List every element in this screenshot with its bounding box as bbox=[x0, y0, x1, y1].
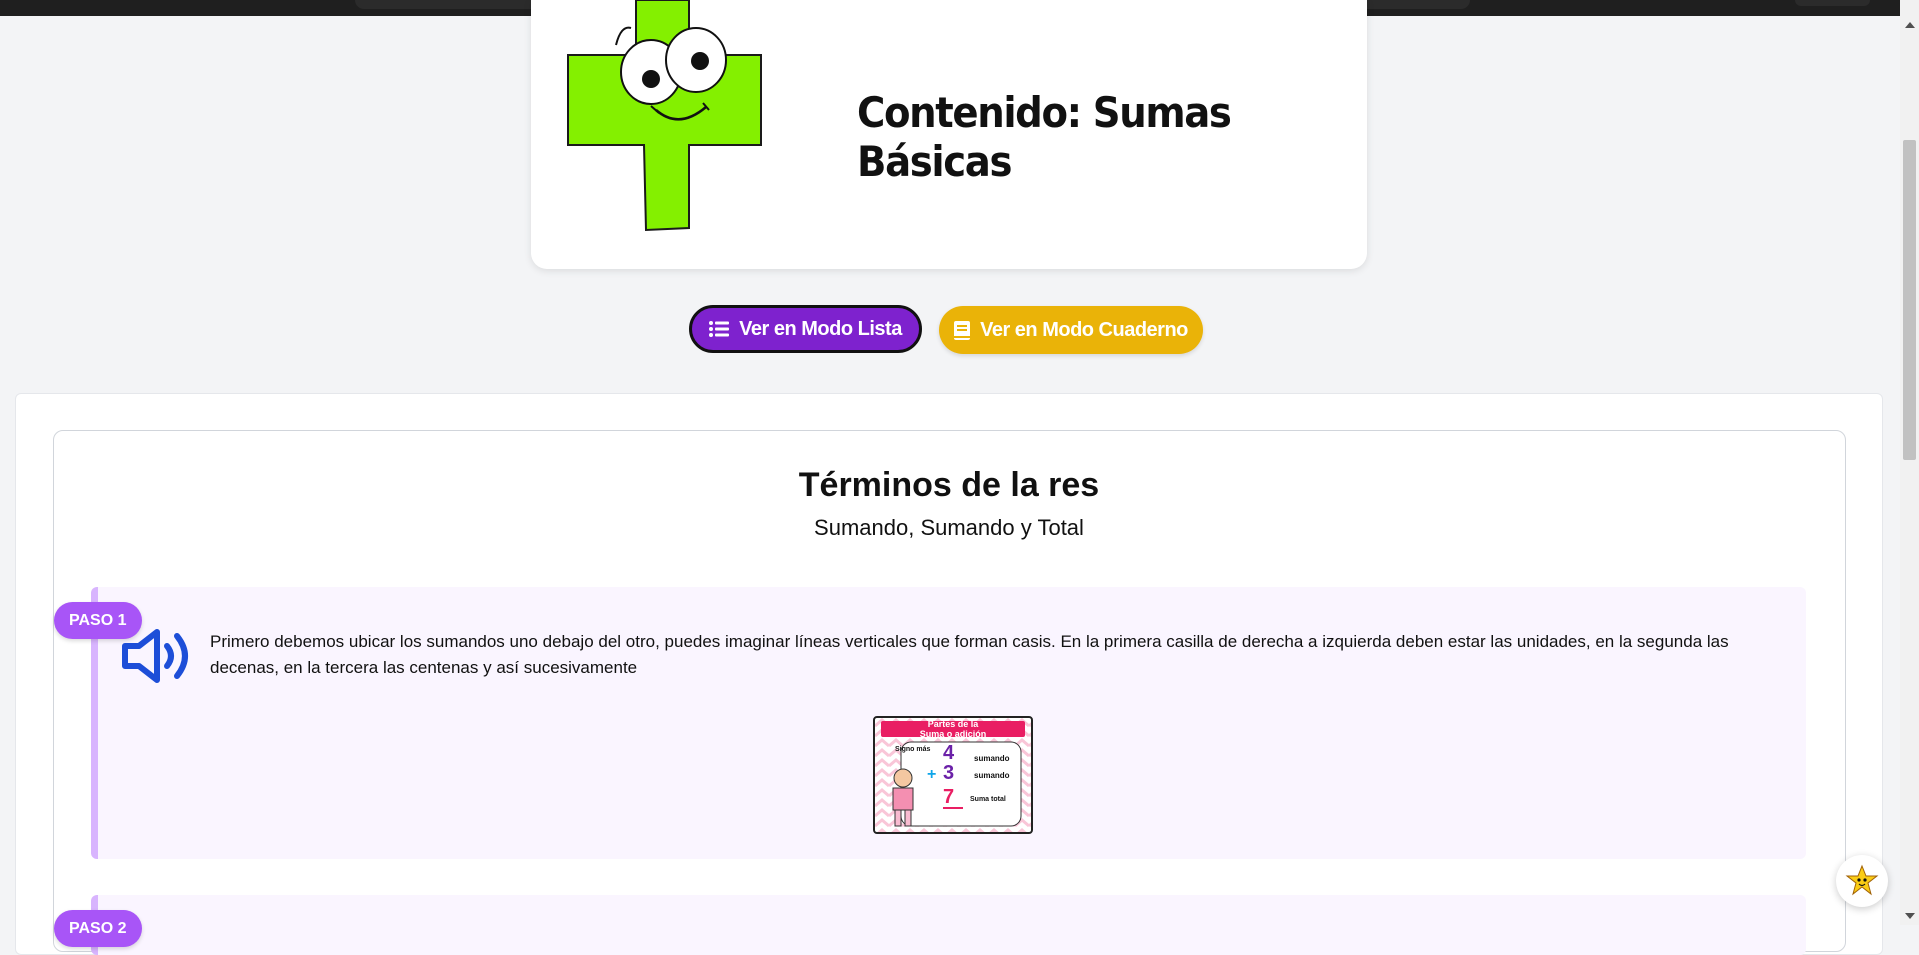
scroll-up-icon[interactable] bbox=[1905, 22, 1915, 28]
page-title: Contenido: Sumas Básicas bbox=[857, 88, 1232, 186]
sum-parts-image[interactable]: Partes de la Suma o adición Signo más + 4… bbox=[873, 716, 1033, 834]
scroll-down-icon[interactable] bbox=[1905, 913, 1915, 919]
step-badge-2: PASO 2 bbox=[54, 910, 142, 947]
list-icon bbox=[709, 321, 730, 337]
star-mascot-icon bbox=[1845, 864, 1879, 896]
speaker-icon[interactable] bbox=[121, 628, 193, 684]
book-icon bbox=[954, 320, 971, 340]
section-title: Términos de la res bbox=[798, 466, 1100, 504]
image-result: 7 bbox=[943, 786, 955, 808]
plus-mascot-icon bbox=[567, 0, 762, 232]
image-label-addend-1: sumando bbox=[974, 754, 1010, 763]
scrollbar-thumb[interactable] bbox=[1903, 140, 1916, 460]
assistant-button[interactable] bbox=[1836, 855, 1888, 907]
content-header-card: Contenido: Sumas Básicas bbox=[531, 0, 1367, 269]
vertical-scrollbar[interactable] bbox=[1900, 0, 1919, 925]
step-card-2 bbox=[91, 895, 1806, 955]
section-subtitle: Sumando, Sumando y Total bbox=[814, 515, 1084, 540]
notebook-view-label: Ver en Modo Cuaderno bbox=[980, 318, 1188, 341]
list-view-label: Ver en Modo Lista bbox=[739, 317, 902, 340]
notebook-view-button[interactable]: Ver en Modo Cuaderno bbox=[939, 306, 1203, 354]
image-label-addend-2: sumando bbox=[974, 771, 1010, 780]
image-title: Partes de la Suma o adición bbox=[919, 719, 987, 739]
image-sign-label: Signo más bbox=[895, 746, 931, 753]
image-label-total: Suma total bbox=[970, 796, 1006, 803]
plus-sign-icon: + bbox=[927, 766, 937, 783]
image-addend-2: 3 bbox=[943, 762, 955, 784]
step-1-text: Primero debemos ubicar los sumandos uno … bbox=[210, 632, 1729, 677]
browser-control[interactable] bbox=[1795, 0, 1870, 6]
list-view-button[interactable]: Ver en Modo Lista bbox=[689, 305, 922, 353]
